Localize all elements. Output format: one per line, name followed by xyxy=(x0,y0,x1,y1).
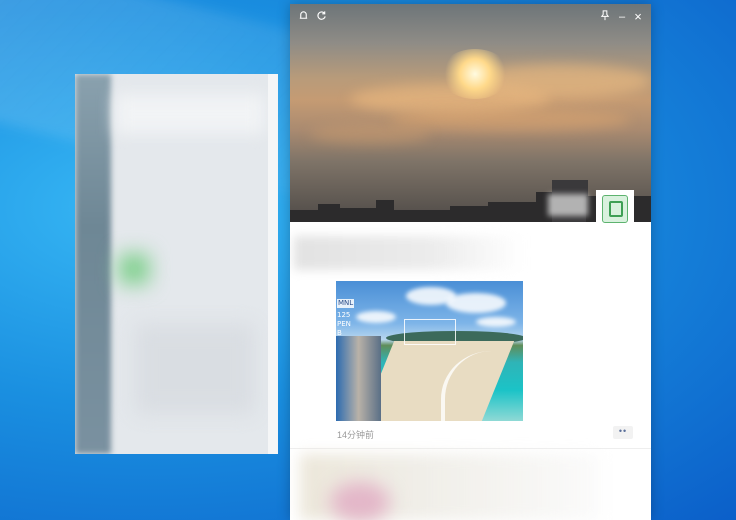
avatar[interactable] xyxy=(596,190,634,228)
moments-window: – × MNL 125 PEN B 14分钟前 •• xyxy=(290,4,651,520)
post-divider xyxy=(290,448,651,449)
background-window-edge xyxy=(268,74,278,454)
close-icon[interactable]: × xyxy=(631,10,645,24)
bell-icon[interactable] xyxy=(296,10,310,24)
sun xyxy=(440,49,510,99)
image-overlay-line-4: B xyxy=(337,329,342,337)
next-post-blurred-accent xyxy=(330,482,390,520)
background-window-blurred[interactable] xyxy=(75,74,278,454)
background-window-content xyxy=(135,324,255,414)
avatar-image xyxy=(602,195,628,223)
seaside-buildings xyxy=(336,336,381,421)
post-timestamp: 14分钟前 xyxy=(337,430,375,440)
pin-icon[interactable] xyxy=(598,10,612,24)
image-overlay-line-1: MNL xyxy=(337,299,355,308)
minimize-icon[interactable]: – xyxy=(615,10,629,24)
image-overlay-line-3: PEN xyxy=(337,320,351,328)
background-window-header xyxy=(115,94,265,134)
post-more-button[interactable]: •• xyxy=(613,426,633,439)
refresh-icon[interactable] xyxy=(314,10,328,24)
background-window-green-accent xyxy=(119,254,149,284)
cover-blurred-patch xyxy=(548,194,588,216)
image-focus-frame xyxy=(404,319,456,345)
post-author-blurred[interactable] xyxy=(294,236,524,270)
background-window-sidebar xyxy=(75,74,111,454)
post-image[interactable]: MNL 125 PEN B xyxy=(336,281,523,421)
image-overlay-line-2: 125 xyxy=(337,311,351,319)
